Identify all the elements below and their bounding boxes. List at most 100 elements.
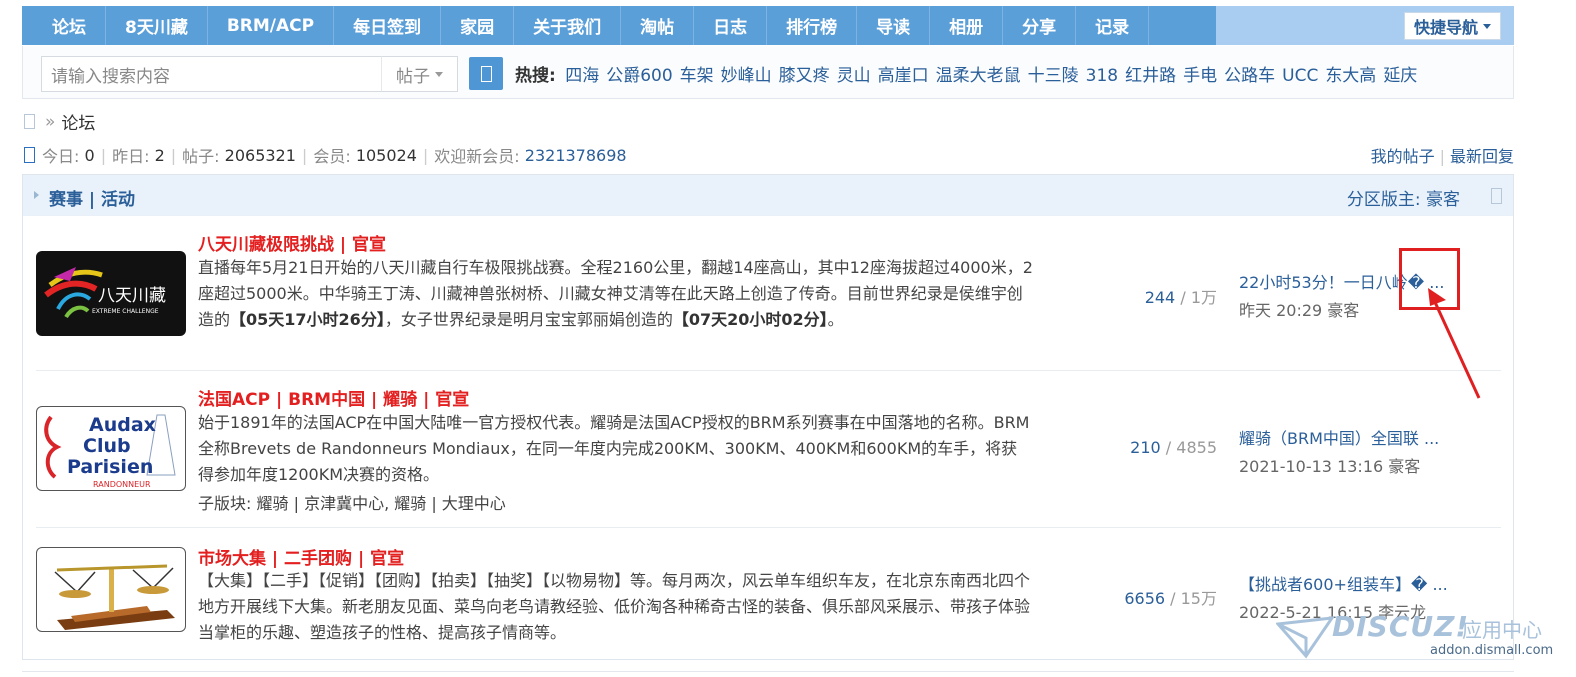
scale-image [54,564,175,630]
annotation-highlight-box [1399,248,1460,310]
hot-search-link[interactable]: 十三陵 [1028,66,1079,86]
subforum-links[interactable]: 耀骑 | 京津冀中心, 耀骑 | 大理中心 [257,494,506,513]
breadcrumb: » 论坛 [24,109,95,134]
breadcrumb-current: 论坛 [61,114,96,134]
new-member-label: 欢迎新会员: [434,147,520,166]
bottom-divider [22,671,1514,672]
thread-count: 6656 [1124,589,1166,608]
yesterday-count: 2 [154,145,165,165]
forum-icon-bazangchuan[interactable]: 八天川藏 EXTREME CHALLENGE [36,251,186,336]
hot-search-link[interactable]: 东大高 [1325,66,1376,86]
hot-search-link[interactable]: 四海 [565,66,599,86]
watermark-brand: DISCUZ! [1332,610,1470,643]
hot-search-link[interactable]: 红井路 [1125,66,1176,86]
stats-icon [24,147,35,163]
logo-image: Audax Club Parisien RANDONNEUR [44,414,176,489]
nav-item[interactable]: 相册 [930,6,1004,45]
search-button[interactable] [469,57,503,90]
thread-count: 244 [1144,288,1176,307]
nav-item[interactable]: 每日签到 [334,6,442,45]
latest-replies-link[interactable]: 最新回复 [1450,147,1514,166]
subforums: 子版块: 耀骑 | 京津冀中心, 耀骑 | 大理中心 [198,490,506,514]
post-count: 15万 [1180,589,1217,608]
hot-search-links: 四海 公爵600 车架 妙峰山 膝又疼 灵山 高崖口 温柔大老鼠 十三陵 318 红井路 手电 公路车 U… [565,66,1424,86]
collapse-icon[interactable] [1491,188,1502,204]
hot-search-link[interactable]: UCC [1282,66,1318,86]
hot-search-link[interactable]: 318 [1086,66,1118,86]
hot-search-link[interactable]: 温柔大老鼠 [936,66,1021,86]
forum-row: 八天川藏 EXTREME CHALLENGE 八天川藏极限挑战 | 官宣 直播每… [36,216,1501,371]
nav-item[interactable]: 家园 [441,6,515,45]
last-post-title[interactable]: 耀骑（BRM中国）全国联 ... [1239,425,1471,449]
divider: | [100,145,107,165]
hot-search-link[interactable]: 车架 [680,66,714,86]
hot-search-link[interactable]: 手电 [1183,66,1217,86]
logo-main-text: 八天川藏 [98,286,166,306]
forum-title[interactable]: 市场大集 | 二手团购 | 官宣 [198,544,404,569]
hot-search-link[interactable]: 膝又疼 [779,66,830,86]
watermark-url: addon.dismall.com [1430,643,1554,658]
divider: | [1439,147,1445,166]
watermark-cn: 应用中心 [1462,618,1542,642]
nav-item[interactable]: 排行榜 [767,6,858,45]
user-links: 我的帖子 | 最新回复 [1371,143,1514,167]
triangle-right-icon [34,191,39,199]
search-icon [480,65,492,82]
top-nav: 论坛 8天川藏 BRM/ACP 每日签到 家园 关于我们 淘帖 日志 排行榜 导读 相册 分享 记录 快… [22,6,1514,45]
thread-count: 210 [1130,438,1161,457]
nav-item[interactable]: 8天川藏 [106,6,208,45]
moderator-link[interactable]: 豪客 [1426,190,1460,210]
search-placeholder: 请输入搜索内容 [51,66,170,87]
hot-search-link[interactable]: 妙峰山 [721,66,772,86]
forum-title[interactable]: 法国ACP | BRM中国 | 耀骑 | 官宣 [198,385,469,410]
desc-text: ，女子世界纪录是明月宝宝郭丽娟创造的 [384,310,673,329]
last-post: 耀骑（BRM中国）全国联 ... 2021-10-13 13:16 豪客 [1239,425,1471,477]
nav-items: 论坛 8天川藏 BRM/ACP 每日签到 家园 关于我们 淘帖 日志 排行榜 导读 相册 分享 记录 [22,6,1150,45]
chevron-down-icon [1483,23,1491,29]
forum-icon-market[interactable] [36,547,186,632]
desc-bold: 【05天17小时26分】 [230,310,385,329]
quick-nav-label: 快捷导航 [1413,18,1478,37]
new-member-link[interactable]: 2321378698 [525,146,627,165]
logo-line-1: Audax [89,414,156,436]
forum-description: 始于1891年的法国ACP在中国大陆唯一官方授权代表。耀骑是法国ACP授权的BR… [198,413,1030,484]
search-type-select[interactable]: 帖子 [381,56,458,92]
nav-item[interactable]: 日志 [694,6,768,45]
hot-search-link[interactable]: 灵山 [837,66,871,86]
forum-row: Audax Club Parisien RANDONNEUR 法国ACP | B… [36,371,1501,528]
hot-search-link[interactable]: 延庆 [1383,66,1417,86]
posts-count: 2065321 [224,145,296,165]
paper-plane-icon [1276,616,1336,659]
my-posts-link[interactable]: 我的帖子 [1371,147,1435,166]
quick-nav-button[interactable]: 快捷导航 [1403,12,1501,40]
nav-item[interactable]: 导读 [857,6,931,45]
today-count: 0 [84,145,95,165]
home-icon[interactable] [24,114,35,129]
forum-title[interactable]: 八天川藏极限挑战 | 官宣 [198,230,386,255]
forum-counts: 210 / 4855 [1130,438,1217,457]
divider: | [422,145,429,165]
count-separator: / [1180,288,1186,307]
section-title[interactable]: 赛事 | 活动 [49,185,135,210]
nav-item[interactable]: 分享 [1003,6,1077,45]
nav-item[interactable]: 关于我们 [514,6,622,45]
logo-sub-text: RANDONNEUR [93,480,151,489]
nav-item[interactable]: 记录 [1076,6,1150,45]
hot-search-link[interactable]: 公路车 [1224,66,1275,86]
subforum-label: 子版块: [198,494,252,513]
hot-search-link[interactable]: 公爵600 [606,66,672,86]
chevron-down-icon [435,71,443,77]
discuz-watermark: DISCUZ! 应用中心 addon.dismall.com [1276,610,1566,670]
forum-section: 赛事 | 活动 分区版主: 豪客 八天川藏 EXTREME CHALLENGE … [22,174,1514,660]
nav-item[interactable]: 论坛 [22,6,106,45]
hot-search-link[interactable]: 高崖口 [878,66,929,86]
divider: | [301,145,308,165]
section-header: 赛事 | 活动 分区版主: 豪客 [23,175,1513,216]
nav-item[interactable]: 淘帖 [621,6,695,45]
nav-item[interactable]: BRM/ACP [208,6,335,45]
forum-counts: 244 / 1万 [1145,284,1217,308]
last-post-title[interactable]: 【挑战者600+组装车】� ... [1239,571,1471,595]
forum-counts: 6656 / 15万 [1124,585,1217,609]
search-input[interactable]: 请输入搜索内容 [41,56,382,92]
forum-icon-audax-club-parisien[interactable]: Audax Club Parisien RANDONNEUR [36,406,186,491]
